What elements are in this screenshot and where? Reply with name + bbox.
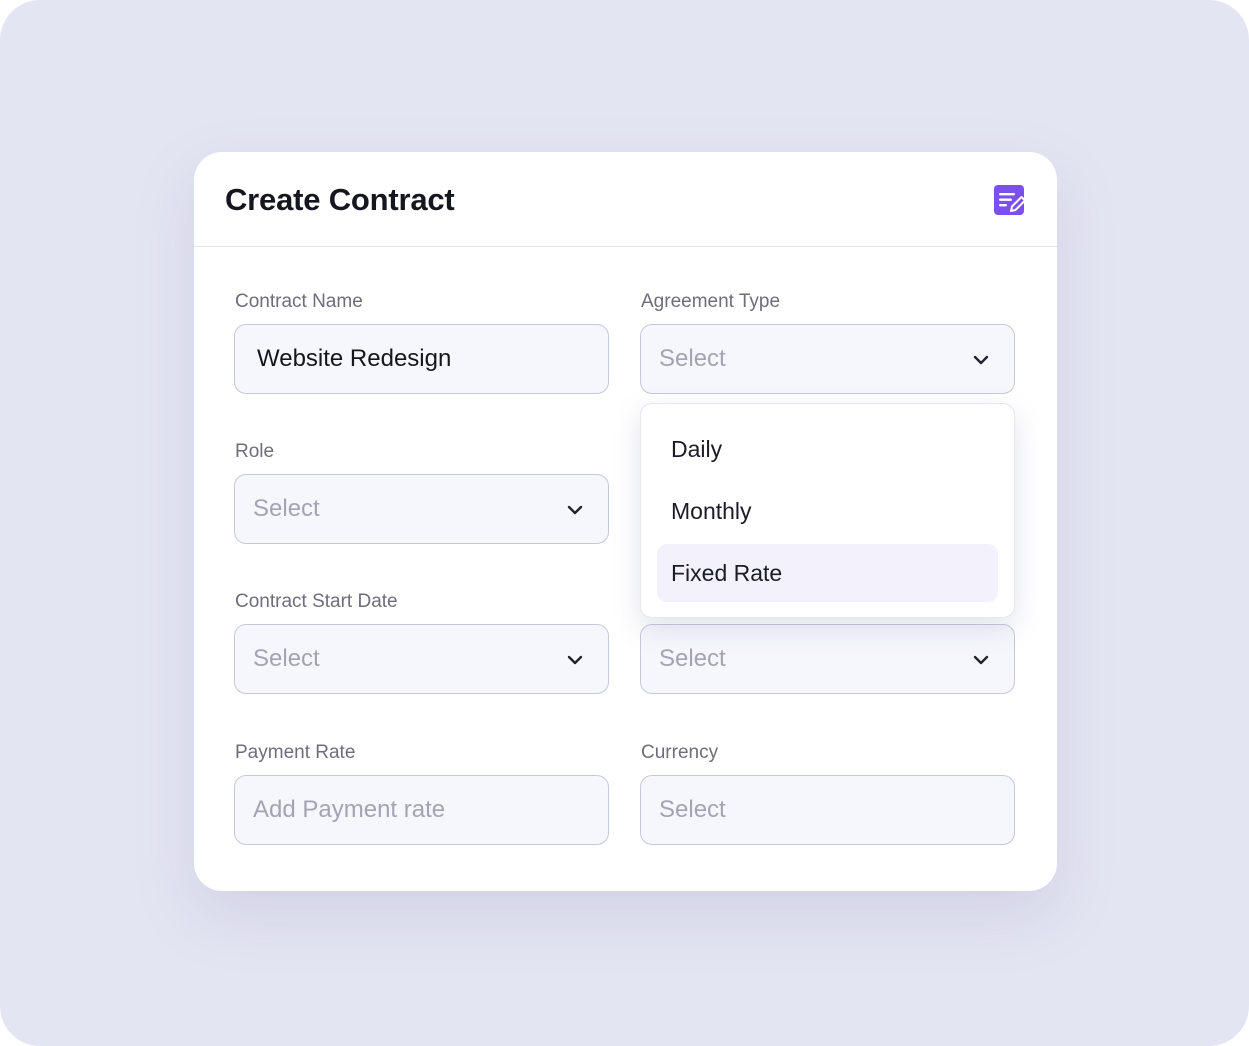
card-header: Create Contract: [194, 152, 1057, 247]
currency-select[interactable]: Select: [640, 775, 1015, 845]
contract-name-input[interactable]: Website Redesign: [234, 324, 609, 394]
start-date-select[interactable]: Select: [234, 624, 609, 694]
payment-rate-label: Payment Rate: [235, 742, 356, 763]
role-value: Select: [253, 495, 320, 522]
payment-rate-input[interactable]: Add Payment rate: [234, 775, 609, 845]
end-date-select[interactable]: Select: [640, 624, 1015, 694]
page-background: Create Contract Contract Name Website Re…: [0, 0, 1249, 1046]
chevron-down-icon: [567, 655, 583, 665]
role-select[interactable]: Select: [234, 474, 609, 544]
start-date-value: Select: [253, 645, 320, 672]
chevron-down-icon: [567, 505, 583, 515]
dropdown-option-label: Daily: [671, 436, 723, 462]
edit-note-icon[interactable]: [994, 185, 1026, 217]
currency-value: Select: [659, 796, 726, 823]
chevron-down-icon: [973, 655, 989, 665]
page-title: Create Contract: [225, 182, 455, 217]
dropdown-option-label: Monthly: [671, 498, 752, 524]
dropdown-option-daily[interactable]: Daily: [657, 420, 998, 478]
payment-rate-placeholder: Add Payment rate: [253, 796, 446, 823]
create-contract-card: Create Contract Contract Name Website Re…: [194, 152, 1057, 891]
contract-name-label: Contract Name: [235, 291, 363, 312]
agreement-type-dropdown: Daily Monthly Fixed Rate: [640, 403, 1015, 618]
contract-name-value: Website Redesign: [257, 345, 452, 372]
start-date-label: Contract Start Date: [235, 591, 398, 612]
agreement-type-select[interactable]: Select: [640, 324, 1015, 394]
dropdown-option-label: Fixed Rate: [671, 560, 783, 586]
agreement-type-label: Agreement Type: [641, 291, 781, 312]
dropdown-option-monthly[interactable]: Monthly: [657, 482, 998, 540]
currency-label: Currency: [641, 742, 719, 763]
agreement-type-value: Select: [659, 345, 726, 372]
end-date-value: Select: [659, 645, 726, 672]
dropdown-option-fixed-rate[interactable]: Fixed Rate: [657, 544, 998, 602]
role-label: Role: [235, 441, 275, 462]
chevron-down-icon: [973, 355, 989, 365]
